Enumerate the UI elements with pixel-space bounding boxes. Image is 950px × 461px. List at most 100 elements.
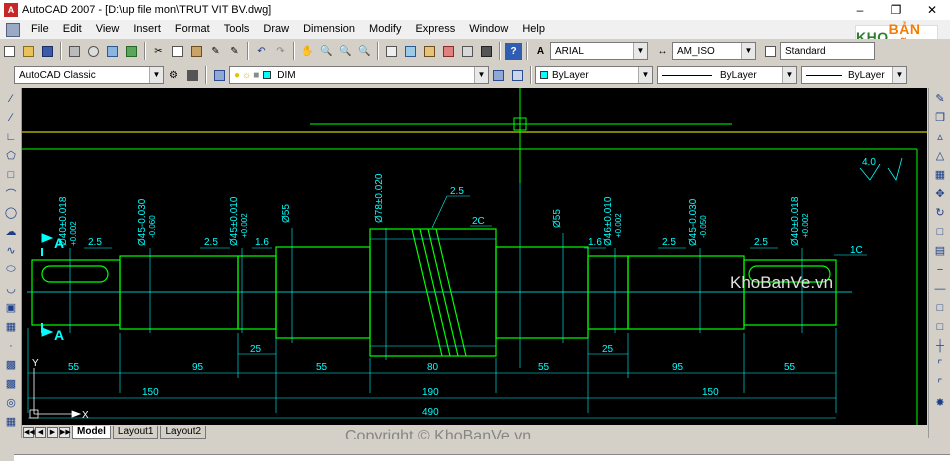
lightbulb-icon[interactable]: ● xyxy=(234,70,240,81)
pan-icon[interactable]: ✋ xyxy=(299,43,316,60)
save-icon[interactable] xyxy=(39,43,56,60)
plot-icon[interactable] xyxy=(66,43,83,60)
offset-icon[interactable]: △ xyxy=(931,147,949,164)
layer-properties-icon[interactable] xyxy=(211,67,228,84)
workspace-settings-icon[interactable]: ⚙ xyxy=(165,67,182,84)
color-select[interactable]: ByLayer ▼ xyxy=(535,66,653,84)
drawing-canvas[interactable]: A A Ø40±0.018 +0.002 Ø45-0.030 -0.060 Ø4… xyxy=(22,88,927,425)
make-block-icon[interactable]: ▦ xyxy=(2,318,20,335)
dim-style-select[interactable]: AM_ISO ▼ xyxy=(672,42,756,60)
zoom-previous-icon[interactable]: 🔍 xyxy=(356,43,373,60)
fillet-icon[interactable]: ⌜ xyxy=(931,375,949,392)
menu-insert[interactable]: Insert xyxy=(126,20,168,39)
menu-dimension[interactable]: Dimension xyxy=(296,20,362,39)
layer-previous-icon[interactable] xyxy=(509,67,526,84)
join-icon[interactable]: ┼ xyxy=(931,337,949,354)
text-style-icon[interactable]: A xyxy=(532,43,549,60)
autocad-app-icon[interactable]: A xyxy=(4,3,18,17)
open-icon[interactable] xyxy=(20,43,37,60)
restore-button[interactable]: ❐ xyxy=(878,0,914,20)
menu-express[interactable]: Express xyxy=(408,20,462,39)
trim-icon[interactable]: − xyxy=(931,261,949,278)
text-style-select[interactable]: ARIAL ▼ xyxy=(550,42,648,60)
plot-preview-icon[interactable] xyxy=(85,43,102,60)
line-icon[interactable]: ∕ xyxy=(2,90,20,107)
workspace-save-icon[interactable] xyxy=(184,67,201,84)
minimize-button[interactable]: – xyxy=(842,0,878,20)
menu-view[interactable]: View xyxy=(89,20,127,39)
layer-select[interactable]: ● ☼ ■ DIM ▼ xyxy=(229,66,489,84)
point-icon[interactable]: · xyxy=(2,337,20,354)
table-style-select[interactable]: Standard xyxy=(780,42,875,60)
redo-icon[interactable]: ↷ xyxy=(272,43,289,60)
circle-icon[interactable]: ◯ xyxy=(2,204,20,221)
tool-palettes-icon[interactable] xyxy=(421,43,438,60)
menu-tools[interactable]: Tools xyxy=(217,20,257,39)
menu-file[interactable]: File xyxy=(24,20,56,39)
copy-icon[interactable] xyxy=(169,43,186,60)
move-icon[interactable]: ✥ xyxy=(931,185,949,202)
block-editor-icon[interactable]: ✎ xyxy=(226,43,243,60)
first-tab-icon[interactable]: ◀◀ xyxy=(23,426,35,438)
arc-icon[interactable]: ⌒ xyxy=(2,185,20,202)
tab-layout1[interactable]: Layout1 xyxy=(112,425,159,439)
spline-icon[interactable]: ∿ xyxy=(2,242,20,259)
prev-tab-icon[interactable]: ◀ xyxy=(35,426,46,438)
rectangle-icon[interactable]: □ xyxy=(2,166,20,183)
menu-format[interactable]: Format xyxy=(168,20,217,39)
document-icon[interactable] xyxy=(6,22,20,37)
linetype-select[interactable]: ByLayer ▼ xyxy=(657,66,797,84)
sheet-set-icon[interactable] xyxy=(440,43,457,60)
menu-window[interactable]: Window xyxy=(462,20,515,39)
polygon-icon[interactable]: ⬠ xyxy=(2,147,20,164)
tab-layout2[interactable]: Layout2 xyxy=(160,425,207,439)
chamfer-icon[interactable]: ⌜ xyxy=(931,356,949,373)
copy-object-icon[interactable]: ❒ xyxy=(931,109,949,126)
cut-icon[interactable]: ✂ xyxy=(150,43,167,60)
help-icon[interactable]: ? xyxy=(505,42,522,60)
menu-draw[interactable]: Draw xyxy=(256,20,296,39)
workspace-select[interactable]: AutoCAD Classic ▼ xyxy=(14,66,164,84)
design-center-icon[interactable] xyxy=(402,43,419,60)
break-icon[interactable]: □ xyxy=(931,318,949,335)
array-icon[interactable]: ▦ xyxy=(931,166,949,183)
calculator-icon[interactable] xyxy=(478,43,495,60)
close-button[interactable]: ✕ xyxy=(914,0,950,20)
zoom-window-icon[interactable]: 🔍 xyxy=(337,43,354,60)
last-tab-icon[interactable]: ▶▶ xyxy=(59,426,71,438)
qnew-icon[interactable] xyxy=(1,43,18,60)
mirror-icon[interactable]: ▵ xyxy=(931,128,949,145)
menu-help[interactable]: Help xyxy=(515,20,552,39)
menu-modify[interactable]: Modify xyxy=(362,20,408,39)
lineweight-select[interactable]: ByLayer ▼ xyxy=(801,66,907,84)
command-line[interactable] xyxy=(14,454,950,461)
hatch-icon[interactable]: ▩ xyxy=(2,356,20,373)
scale-icon[interactable]: □ xyxy=(931,223,949,240)
lock-icon[interactable]: ■ xyxy=(253,70,259,81)
menu-edit[interactable]: Edit xyxy=(56,20,89,39)
make-object-layer-current-icon[interactable] xyxy=(490,67,507,84)
ellipse-arc-icon[interactable]: ◡ xyxy=(2,280,20,297)
ellipse-icon[interactable]: ⬭ xyxy=(2,261,20,278)
paste-icon[interactable] xyxy=(188,43,205,60)
properties-icon[interactable] xyxy=(383,43,400,60)
gradient-icon[interactable]: ▩ xyxy=(2,375,20,392)
zoom-realtime-icon[interactable]: 🔍 xyxy=(318,43,335,60)
rotate-icon[interactable]: ↻ xyxy=(931,204,949,221)
stretch-icon[interactable]: ▤ xyxy=(931,242,949,259)
undo-icon[interactable]: ↶ xyxy=(253,43,270,60)
explode-icon[interactable]: ✸ xyxy=(931,394,949,411)
publish-icon[interactable] xyxy=(104,43,121,60)
construction-line-icon[interactable]: ∕ xyxy=(2,109,20,126)
revision-cloud-icon[interactable]: ☁ xyxy=(2,223,20,240)
table-icon[interactable]: ▦ xyxy=(2,413,20,430)
insert-block-icon[interactable]: ▣ xyxy=(2,299,20,316)
markup-icon[interactable] xyxy=(459,43,476,60)
dim-style-icon[interactable]: ↔ xyxy=(654,43,671,60)
next-tab-icon[interactable]: ▶ xyxy=(47,426,58,438)
match-properties-icon[interactable]: ✎ xyxy=(207,43,224,60)
erase-icon[interactable]: ✎ xyxy=(931,90,949,107)
polyline-icon[interactable]: ∟ xyxy=(2,128,20,145)
3d-dwf-icon[interactable] xyxy=(123,43,140,60)
break-at-point-icon[interactable]: □ xyxy=(931,299,949,316)
